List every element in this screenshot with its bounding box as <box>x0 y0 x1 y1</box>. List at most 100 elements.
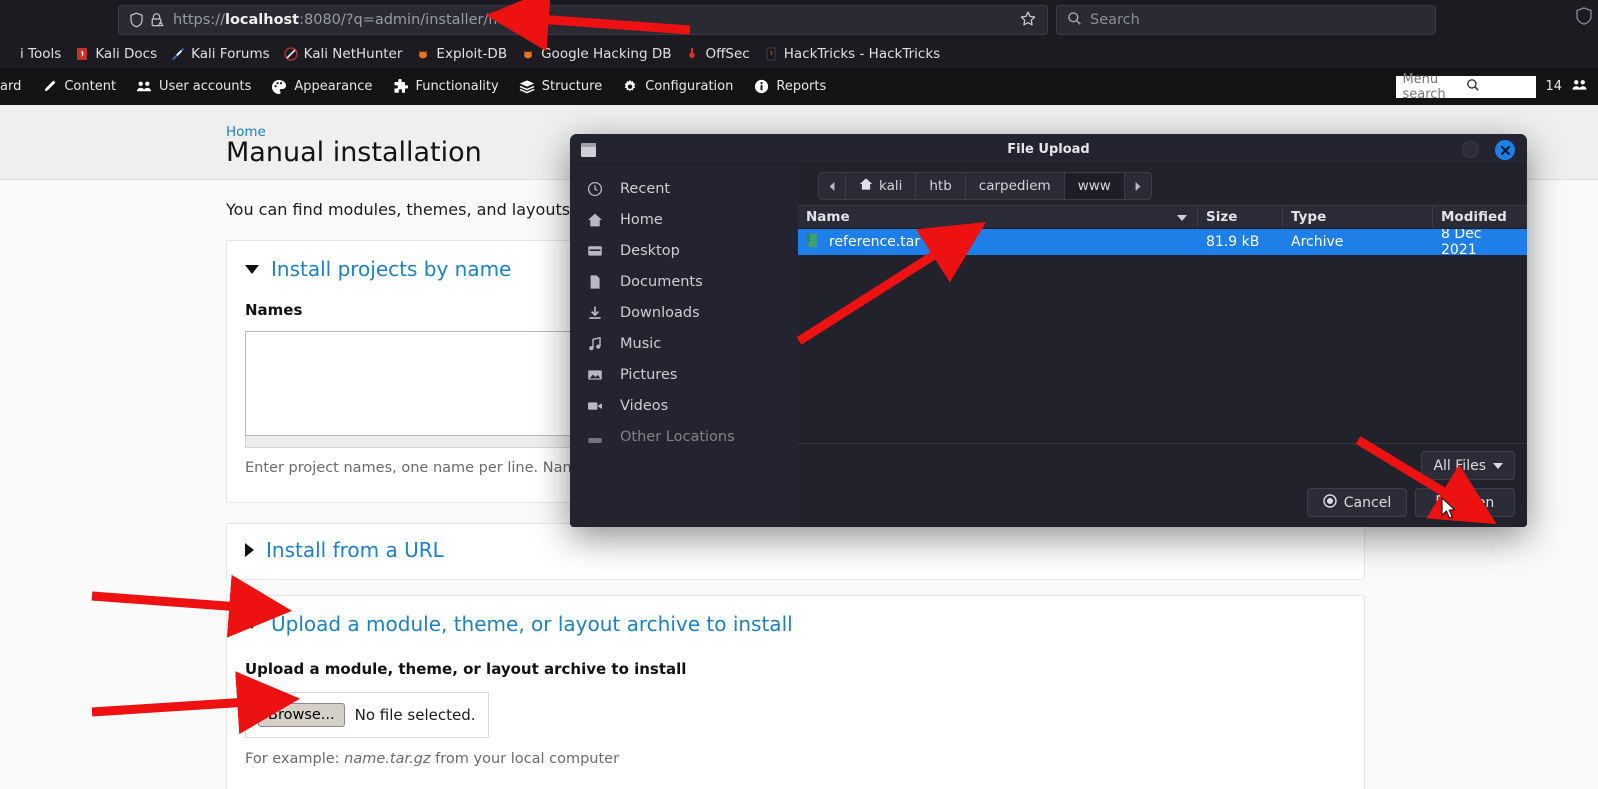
section-header[interactable]: Upload a module, theme, or layout archiv… <box>227 596 1364 650</box>
chevron-down-icon <box>245 264 259 274</box>
home-icon <box>586 211 604 229</box>
column-header-size[interactable]: Size <box>1198 206 1283 228</box>
admin-item-user-accounts[interactable]: User accounts <box>126 68 261 105</box>
places-item-videos[interactable]: Videos <box>570 390 798 421</box>
path-bar-row: kali htb carpediem www <box>798 165 1527 205</box>
section-title[interactable]: Install from a URL <box>266 538 444 562</box>
file-name: reference.tar <box>829 234 921 250</box>
file-size: 81.9 kB <box>1206 234 1260 250</box>
star-icon[interactable] <box>1019 10 1039 30</box>
places-item-music[interactable]: Music <box>570 328 798 359</box>
bookmark-item[interactable]: OffSec <box>678 43 756 65</box>
places-item-documents[interactable]: Documents <box>570 266 798 297</box>
column-header-name[interactable]: Name <box>798 206 1198 228</box>
path-segment-kali[interactable]: kali <box>846 173 917 199</box>
dialog-titlebar[interactable]: File Upload <box>570 134 1527 165</box>
users-icon[interactable] <box>1571 77 1588 96</box>
bookmark-label: Kali Forums <box>191 46 270 62</box>
url-path: :8080/?q=admin/installer/manual <box>299 12 543 28</box>
places-item-other-locations[interactable]: Other Locations <box>570 421 798 452</box>
dialog-footer: All Files Cancel Open <box>798 443 1527 527</box>
file-status-text: No file selected. <box>354 706 476 724</box>
desktop-icon <box>586 242 604 260</box>
screen: https://localhost:8080/?q=admin/installe… <box>0 0 1598 789</box>
admin-item-content[interactable]: Content <box>31 68 126 105</box>
browser-search-bar[interactable]: Search <box>1056 5 1436 35</box>
bookmark-label: HackTricks - HackTricks <box>783 46 941 62</box>
bookmark-label: Kali NetHunter <box>303 46 403 62</box>
circle-icon[interactable] <box>1462 141 1479 158</box>
column-header-type[interactable]: Type <box>1283 206 1433 228</box>
places-item-home[interactable]: Home <box>570 204 798 235</box>
bookmark-item[interactable]: Google Hacking DB <box>514 43 678 65</box>
path-segment-label: kali <box>879 178 903 194</box>
admin-item-appearance[interactable]: Appearance <box>261 68 382 105</box>
places-item-pictures[interactable]: Pictures <box>570 359 798 390</box>
column-header-modified[interactable]: Modified <box>1433 206 1527 228</box>
admin-item-reports[interactable]: Reports <box>743 68 836 105</box>
bookmark-label: Google Hacking DB <box>541 46 672 62</box>
lock-warning-icon[interactable] <box>147 11 165 29</box>
url-host: localhost <box>224 12 300 28</box>
admin-item-configuration[interactable]: Configuration <box>612 68 743 105</box>
path-segment-carpediem[interactable]: carpediem <box>965 173 1065 199</box>
path-back-button[interactable] <box>819 173 846 199</box>
open-button[interactable]: Open <box>1415 488 1515 517</box>
section-title[interactable]: Install projects by name <box>271 257 511 281</box>
browser-search-placeholder: Search <box>1090 12 1140 28</box>
filter-row: All Files <box>810 451 1515 480</box>
menu-search-input[interactable]: Menu search <box>1396 72 1537 102</box>
admin-item-structure[interactable]: Structure <box>509 68 612 105</box>
bookmark-item[interactable]: Kali Forums <box>164 43 277 65</box>
file-modified: 8 Dec 2021 <box>1441 229 1482 258</box>
places-item-recent[interactable]: Recent <box>570 173 798 204</box>
bookmark-label: OffSec <box>705 46 750 62</box>
file-row-reference-tar[interactable]: reference.tar 81.9 kB Archive 8 Dec 2021 <box>798 229 1527 258</box>
bookmark-item[interactable]: Kali NetHunter <box>277 43 410 65</box>
action-buttons-row: Cancel Open <box>810 488 1515 517</box>
places-item-label: Other Locations <box>620 428 735 445</box>
bookmark-item[interactable]: i Tools <box>0 43 68 65</box>
hacktricks-icon <box>764 47 778 61</box>
path-forward-button[interactable] <box>1124 173 1151 199</box>
close-icon[interactable] <box>1495 140 1515 160</box>
menu-search-placeholder: Menu search <box>1402 71 1446 102</box>
file-input[interactable]: Browse... No file selected. <box>245 692 489 738</box>
section-title[interactable]: Upload a module, theme, or layout archiv… <box>271 612 793 636</box>
section-header[interactable]: Install from a URL <box>227 524 1364 576</box>
dialog-title: File Upload <box>1007 141 1090 157</box>
section-upload-archive: Upload a module, theme, or layout archiv… <box>226 595 1365 789</box>
tracking-protection-icon[interactable] <box>1574 6 1596 28</box>
bookmark-item[interactable]: Exploit-DB <box>409 43 514 65</box>
bookmark-item[interactable]: Kali Docs <box>68 43 164 65</box>
places-item-desktop[interactable]: Desktop <box>570 235 798 266</box>
path-segment-www[interactable]: www <box>1064 173 1125 199</box>
path-segment-label: htb <box>929 178 952 194</box>
bookmark-label: Kali Docs <box>95 46 158 62</box>
browse-button[interactable]: Browse... <box>258 703 345 727</box>
cancel-button[interactable]: Cancel <box>1307 488 1407 517</box>
url-text: https://localhost:8080/?q=admin/installe… <box>173 12 543 28</box>
file-filter-dropdown[interactable]: All Files <box>1421 451 1515 480</box>
open-label: Open <box>1456 494 1495 511</box>
admin-toolbar: ard Content User accounts Appearance Fun… <box>0 68 1598 105</box>
admin-item-functionality[interactable]: Functionality <box>382 68 508 105</box>
column-label: Name <box>806 209 850 225</box>
info-icon <box>753 79 769 95</box>
places-item-downloads[interactable]: Downloads <box>570 297 798 328</box>
path-segment-htb[interactable]: htb <box>916 173 966 199</box>
other-locations-icon <box>586 428 604 446</box>
column-label: Size <box>1206 209 1238 225</box>
google-hacking-db-icon <box>521 47 535 61</box>
video-camera-icon <box>586 397 604 415</box>
chevron-right-icon <box>245 543 254 557</box>
bookmark-item[interactable]: HackTricks - HackTricks <box>757 43 947 65</box>
path-segment-label: www <box>1077 178 1111 194</box>
column-label: Modified <box>1441 209 1507 225</box>
admin-item-label: Functionality <box>415 79 499 94</box>
address-bar[interactable]: https://localhost:8080/?q=admin/installe… <box>118 5 1048 35</box>
places-item-label: Home <box>620 211 663 228</box>
file-list[interactable]: reference.tar 81.9 kB Archive 8 Dec 2021 <box>798 229 1527 443</box>
admin-item-dashboard[interactable]: ard <box>0 68 31 105</box>
chevron-down-icon <box>1493 462 1503 469</box>
